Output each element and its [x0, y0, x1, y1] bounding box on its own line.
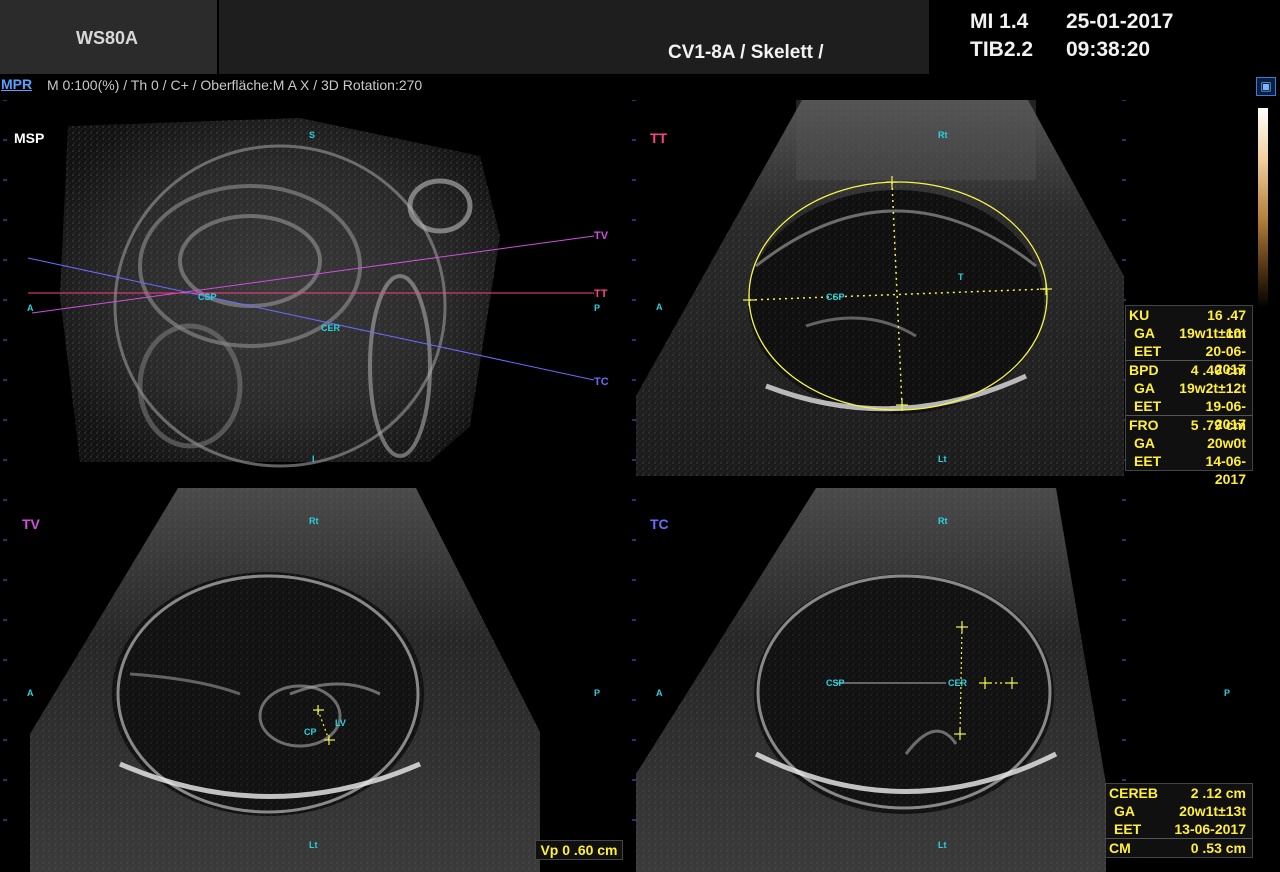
msp-ultrasound-image	[27, 118, 595, 468]
tv-view[interactable]: TV Rt Lt A P CP LV	[0, 484, 632, 872]
orientation-left: A	[656, 688, 663, 698]
orientation-left: A	[656, 302, 663, 312]
measurement-row: EET 13-06-2017	[1114, 821, 1246, 837]
plane-label-tv: TV	[22, 516, 40, 532]
orientation-left: A	[27, 688, 34, 698]
csp-marker: CSP	[826, 292, 845, 302]
msp-view[interactable]: MSP S I A P TV TT TC CSP CER	[0, 96, 632, 476]
mpr-mode-link[interactable]: MPR	[1, 76, 32, 92]
lv-marker: LV	[335, 718, 346, 728]
measurement-row: EET 14-06-2017	[1134, 453, 1246, 487]
thermal-index: TIB2.2	[970, 38, 1034, 61]
orientation-bottom: Lt	[309, 840, 318, 850]
tc-line-label: TC	[594, 376, 609, 388]
cp-marker: CP	[304, 727, 317, 737]
tv-line-label: TV	[594, 230, 609, 242]
orientation-left: A	[27, 303, 34, 313]
orientation-top: Rt	[938, 130, 948, 140]
orientation-right: P	[1224, 688, 1231, 698]
mechanical-index: MI 1.4	[970, 10, 1029, 33]
orientation-top: S	[309, 130, 316, 140]
save-icon[interactable]: ▣	[1256, 77, 1276, 96]
measurement-row: GA 20w1t±13t	[1114, 803, 1246, 819]
measurement-row: EET 20-06-2017	[1134, 343, 1246, 377]
orientation-bottom: Lt	[938, 454, 947, 464]
cer-marker: CER	[321, 323, 341, 333]
t-marker: T	[958, 272, 964, 282]
render-params: M 0:100(%) / Th 0 / C+ / Oberfläche:M A …	[47, 77, 423, 93]
measurement-row: KU 16 .47 cm	[1129, 307, 1246, 341]
tt-measurements-panel: KU 16 .47 cm GA 19w1t±10t EET 20-06-2017 BP…	[1125, 305, 1253, 487]
measurement-row: CM 0 .53 cm	[1106, 838, 1252, 857]
measurement-row: BPD 4 .40 cm	[1126, 360, 1252, 379]
measurement-row: FRO 5 .79 cm	[1126, 415, 1252, 434]
probe-preset: CV1-8A / Skelett /	[668, 42, 824, 63]
orientation-bottom: Lt	[938, 840, 947, 850]
plane-label-msp: MSP	[14, 130, 45, 146]
measurement-row: GA 19w2t±12t	[1134, 380, 1246, 396]
measurement-row: GA 20w0t	[1134, 435, 1246, 451]
device-model: WS80A	[76, 28, 139, 48]
cer-marker: CER	[948, 678, 968, 688]
csp-marker: CSP	[198, 292, 217, 302]
tc-measurements-panel: CEREB 2 .12 cm GA 20w1t±13t EET 13-06-2017 …	[1105, 783, 1253, 858]
orientation-bottom: I	[312, 454, 315, 464]
measurement-row: GA 19w1t±10t	[1134, 325, 1246, 341]
tt-ultrasound-image	[636, 100, 1124, 476]
orientation-top: Rt	[309, 516, 319, 526]
orientation-top: Rt	[938, 516, 948, 526]
exam-date: 25-01-2017	[1066, 10, 1174, 33]
orientation-right: P	[594, 303, 601, 313]
tt-line-label: TT	[594, 288, 608, 300]
tv-ultrasound-image	[30, 488, 540, 872]
exam-time: 09:38:20	[1066, 38, 1151, 61]
measurement-row: EET 19-06-2017	[1134, 398, 1246, 432]
plane-label-tt: TT	[650, 130, 668, 146]
plane-label-tc: TC	[650, 516, 669, 532]
tt-view[interactable]: TT Rt Lt A CSP T	[636, 96, 1124, 476]
csp-marker: CSP	[826, 678, 845, 688]
measurement-row: CEREB 2 .12 cm	[1109, 785, 1246, 801]
orientation-right: P	[594, 688, 601, 698]
vp-measurement: Vp 0 .60 cm	[535, 840, 623, 860]
